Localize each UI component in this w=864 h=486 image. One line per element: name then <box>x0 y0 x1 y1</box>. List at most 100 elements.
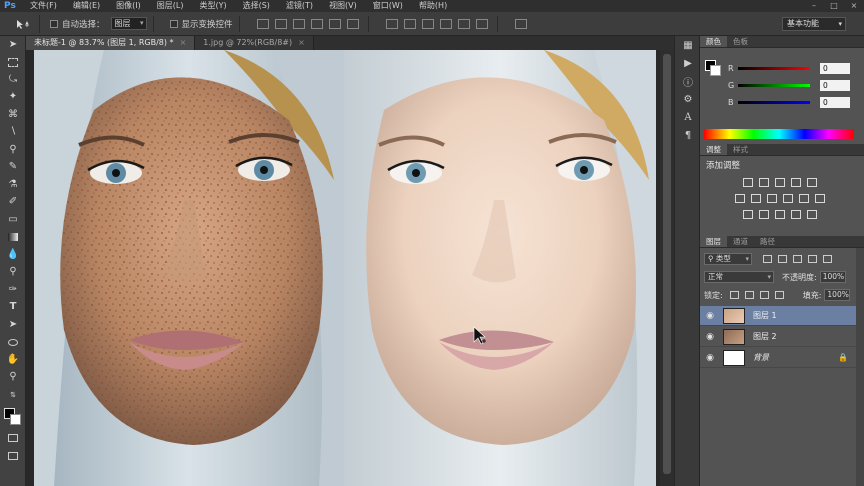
visibility-eye-icon[interactable]: ◉ <box>700 332 720 342</box>
tool-blur[interactable]: 💧 <box>0 246 26 264</box>
minimize-button[interactable]: – <box>804 0 824 12</box>
tab-swatches[interactable]: 色板 <box>727 36 754 47</box>
distribute-left-icon[interactable] <box>439 18 452 29</box>
tool-type[interactable]: T <box>0 299 26 317</box>
opacity-input[interactable]: 100% <box>819 271 846 283</box>
tool-screen-mode[interactable] <box>0 447 26 465</box>
tab-adjustments[interactable]: 调整 <box>700 144 727 155</box>
menu-window[interactable]: 窗口(W) <box>365 0 411 12</box>
history-panel-icon[interactable]: ▦ <box>675 36 701 54</box>
tab-document-1[interactable]: 未标题-1 @ 83.7% (图层 1, RGB/8) * × <box>26 36 196 50</box>
color-spectrum[interactable] <box>704 129 854 139</box>
menu-filter[interactable]: 滤镜(T) <box>278 0 321 12</box>
paragraph-panel-icon[interactable]: ¶ <box>675 126 701 144</box>
align-bottom-icon[interactable] <box>292 18 305 29</box>
distribute-right-icon[interactable] <box>475 18 488 29</box>
document-canvas[interactable] <box>26 50 674 486</box>
maximize-button[interactable]: □ <box>824 0 844 12</box>
posterize-icon[interactable] <box>759 209 769 219</box>
tab-channels[interactable]: 通道 <box>727 236 754 247</box>
tool-preset-picker[interactable] <box>8 14 40 33</box>
info-panel-icon[interactable]: ⓘ <box>675 72 701 90</box>
menu-type[interactable]: 类型(Y) <box>191 0 234 12</box>
tool-lasso[interactable]: ⤿ <box>0 71 26 89</box>
tool-gradient[interactable] <box>0 229 26 247</box>
hue-saturation-icon[interactable] <box>735 193 745 203</box>
show-transform-option[interactable]: 显示变换控件 <box>169 18 233 30</box>
lock-transparent-icon[interactable] <box>729 291 739 299</box>
background-color[interactable] <box>10 413 21 425</box>
align-left-icon[interactable] <box>310 18 323 29</box>
tool-quick-mask[interactable] <box>0 430 26 448</box>
auto-select-option[interactable]: 自动选择： <box>50 18 105 30</box>
tool-swap[interactable]: ⇅ <box>0 386 26 404</box>
tool-hand[interactable]: ✋ <box>0 351 26 369</box>
exposure-icon[interactable] <box>791 177 801 187</box>
channel-r-slider[interactable] <box>738 66 810 70</box>
curves-icon[interactable] <box>775 177 785 187</box>
auto-select-checkbox[interactable] <box>50 19 58 28</box>
menu-image[interactable]: 图像(I) <box>108 0 149 12</box>
filter-shape-icon[interactable] <box>808 255 817 263</box>
tool-path-select[interactable]: ➤ <box>0 316 26 334</box>
visibility-eye-icon[interactable]: ◉ <box>700 353 720 363</box>
filter-smart-icon[interactable] <box>823 255 832 263</box>
brightness-icon[interactable] <box>743 177 753 187</box>
channel-g-slider[interactable] <box>738 83 810 87</box>
menu-view[interactable]: 视图(V) <box>321 0 365 12</box>
lock-all-icon[interactable] <box>774 291 784 299</box>
tool-pen[interactable]: ✑ <box>0 281 26 299</box>
menu-help[interactable]: 帮助(H) <box>411 0 455 12</box>
align-top-icon[interactable] <box>256 18 269 29</box>
fill-input[interactable]: 100% <box>824 289 851 301</box>
tab-styles[interactable]: 样式 <box>727 144 754 155</box>
filter-type-icon[interactable] <box>793 255 802 263</box>
layers-scrollbar[interactable] <box>856 248 864 486</box>
tool-quick-select[interactable]: ✦ <box>0 89 26 107</box>
tool-history-brush[interactable]: ✐ <box>0 194 26 212</box>
tool-marquee[interactable] <box>0 54 26 72</box>
layer-row[interactable]: ◉ 图层 1 <box>700 306 864 326</box>
tool-brush[interactable]: ✎ <box>0 159 26 177</box>
tab-layers[interactable]: 图层 <box>700 236 727 247</box>
vibrance-icon[interactable] <box>807 177 817 187</box>
align-hcenter-icon[interactable] <box>328 18 341 29</box>
selective-color-icon[interactable] <box>791 209 801 219</box>
tool-shape[interactable] <box>0 334 26 352</box>
workspace-dropdown[interactable]: 基本功能 <box>782 17 846 31</box>
filter-pixel-icon[interactable] <box>763 255 772 263</box>
tab-paths[interactable]: 路径 <box>754 236 781 247</box>
auto-select-target-dropdown[interactable]: 图层 <box>110 17 147 30</box>
layer-filter-dropdown[interactable]: ⚲ 类型 <box>704 253 752 265</box>
tool-dodge[interactable]: ⚲ <box>0 264 26 282</box>
photo-filter-icon[interactable] <box>783 193 793 203</box>
black-white-icon[interactable] <box>767 193 777 203</box>
scrollbar-thumb[interactable] <box>663 54 671 474</box>
tab-document-2[interactable]: 1.jpg @ 72%(RGB/8#) × <box>195 36 314 50</box>
channel-r-value[interactable]: 0 <box>820 62 850 74</box>
menu-edit[interactable]: 编辑(E) <box>65 0 108 12</box>
filter-adjust-icon[interactable] <box>778 255 787 263</box>
show-transform-checkbox[interactable] <box>169 19 178 28</box>
visibility-eye-icon[interactable]: ◉ <box>700 311 720 321</box>
tool-eraser[interactable]: ▭ <box>0 211 26 229</box>
color-lookup-icon[interactable] <box>815 193 825 203</box>
auto-align-icon[interactable] <box>514 18 527 29</box>
tool-healing[interactable]: ⚲ <box>0 141 26 159</box>
properties-icon[interactable]: ⚙ <box>675 90 701 108</box>
align-right-icon[interactable] <box>346 18 359 29</box>
channel-b-slider[interactable] <box>738 100 810 104</box>
invert-icon[interactable] <box>743 209 753 219</box>
color-panel-background[interactable] <box>710 65 721 76</box>
distribute-vcenter-icon[interactable] <box>403 18 416 29</box>
layer-name[interactable]: 图层 2 <box>753 331 777 342</box>
close-tab-icon[interactable]: × <box>298 38 305 47</box>
tool-zoom[interactable]: ⚲ <box>0 369 26 387</box>
distribute-top-icon[interactable] <box>385 18 398 29</box>
levels-icon[interactable] <box>759 177 769 187</box>
gradient-map-icon[interactable] <box>807 209 817 219</box>
tool-move[interactable]: ➤ <box>0 36 26 54</box>
vertical-scrollbar[interactable] <box>660 50 674 486</box>
channel-b-value[interactable]: 0 <box>820 96 850 108</box>
actions-play-icon[interactable]: ▶ <box>675 54 701 72</box>
